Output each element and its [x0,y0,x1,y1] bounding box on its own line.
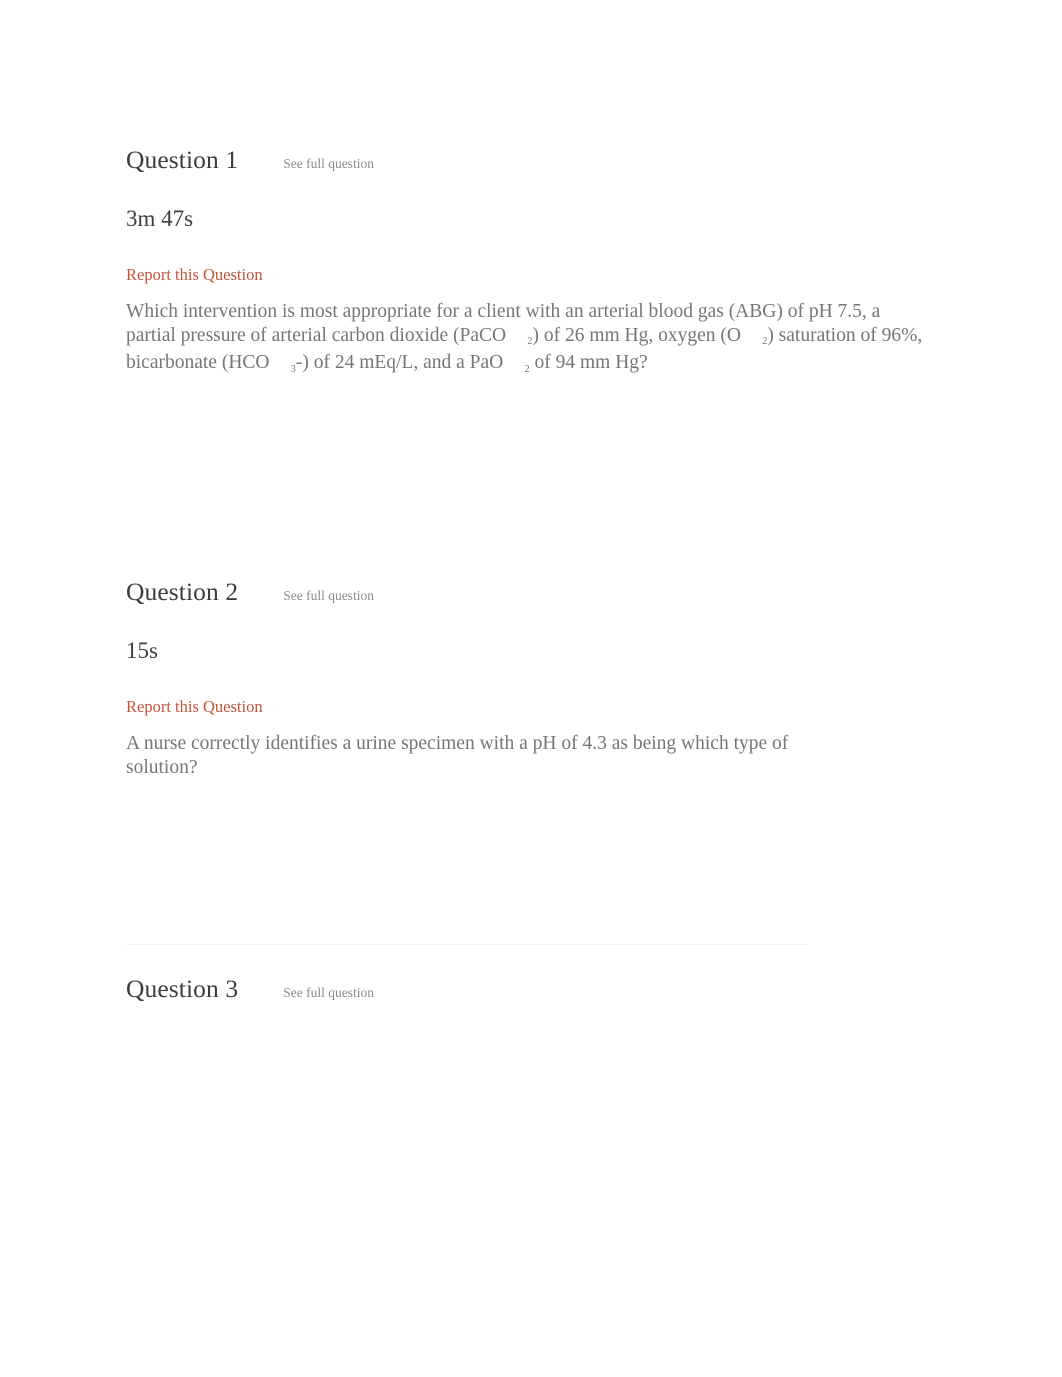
question-block-1: Question 1 See full question 3m 47s Repo… [126,0,936,577]
quiz-review-page: Question 1 See full question 3m 47s Repo… [0,0,1062,1377]
question-2-body: A nurse correctly identifies a urine spe… [126,732,789,778]
question-2-answer-area [126,780,936,944]
question-3-header: Question 3 See full question [126,974,936,1008]
question-1-title: Question 1 [126,145,239,174]
question-1-body-part-4: -) of 24 mEq/L, and a PaO [295,352,504,374]
question-2-header: Question 2 See full question [126,577,936,611]
question-1-body-part-2: ) of 26 mm Hg, oxygen (O [532,325,741,347]
see-full-question-link-3[interactable]: See full question [283,984,374,1002]
question-1-timer: 3m 47s [126,206,194,231]
question-1-answer-area [126,379,936,577]
divider-spacer [126,945,936,974]
question-1-body-part-5: of 94 mm Hg? [529,352,648,374]
question-1-body: Which intervention is most appropriate f… [126,286,926,379]
question-1-subscript-4: 2 [524,363,530,375]
report-question-link-1[interactable]: Report this Question [126,233,263,286]
question-2-timer: 15s [126,637,158,663]
question-1-subscript-1: 2 [527,336,533,348]
see-full-question-link-2[interactable]: See full question [283,587,374,605]
question-block-3: Question 3 See full question [126,974,936,1008]
see-full-question-link-1[interactable]: See full question [283,155,374,173]
question-block-2: Question 2 See full question 15s Report … [126,577,936,944]
question-3-title: Question 3 [126,974,239,1004]
question-1-subscript-2: 2 [762,336,768,348]
question-2-title: Question 2 [126,576,239,606]
question-1-subscript-3: 3 [290,363,296,375]
report-question-link-2[interactable]: Report this Question [126,665,263,718]
question-1-header: Question 1 See full question [126,145,936,179]
